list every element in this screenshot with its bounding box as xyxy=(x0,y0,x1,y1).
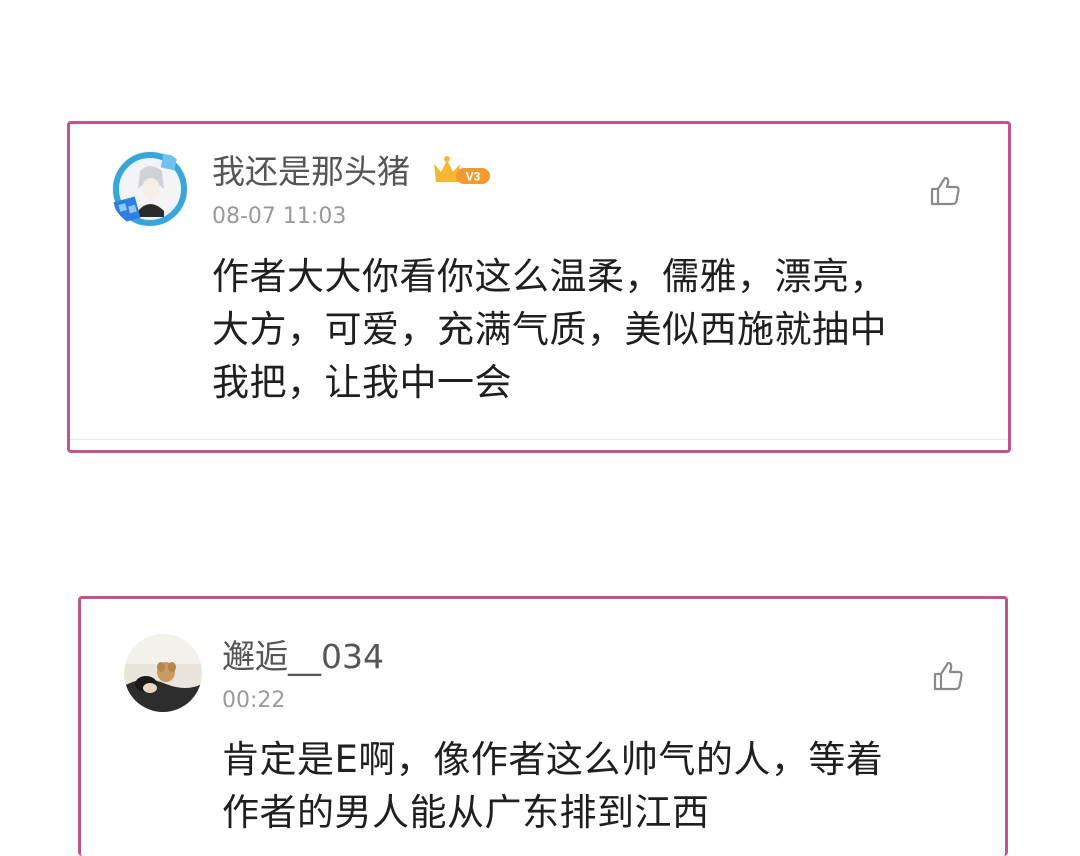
thumbs-up-icon xyxy=(930,176,960,206)
comment-text: 肯定是E啊，像作者这么帅气的人，等着 作者的男人能从广东排到江西 xyxy=(222,733,982,839)
comment-text-line: 我把，让我中一会 xyxy=(212,361,512,404)
thumbs-up-icon xyxy=(933,661,963,691)
vip-level-label: V3 xyxy=(466,170,481,184)
comment-card: 我还是那头猪 V3 08-07 11:03 作者大大你看你这么温柔，儒雅，漂亮，… xyxy=(67,121,1011,453)
crown-icon: V3 xyxy=(434,156,490,184)
photo-avatar-icon xyxy=(124,634,202,712)
like-button[interactable] xyxy=(928,174,962,208)
comment-text-line: 作者的男人能从广东排到江西 xyxy=(222,791,710,834)
like-button[interactable] xyxy=(931,659,965,693)
comment-text-line: 作者大大你看你这么温柔，儒雅，漂亮， xyxy=(212,255,887,298)
anime-character-avatar-icon xyxy=(112,151,188,227)
avatar[interactable] xyxy=(124,634,202,712)
username[interactable]: 邂逅__034 xyxy=(222,637,384,677)
avatar[interactable] xyxy=(110,149,190,229)
divider xyxy=(70,439,1008,440)
comment-text-line: 肯定是E啊，像作者这么帅气的人，等着 xyxy=(222,738,884,781)
comment-text: 作者大大你看你这么温柔，儒雅，漂亮， 大方，可爱，充满气质，美似西施就抽中 我把… xyxy=(212,250,972,409)
vip-level-badge: V3 xyxy=(432,154,492,190)
comment-timestamp: 08-07 11:03 xyxy=(212,204,347,229)
comment-text-line: 大方，可爱，充满气质，美似西施就抽中 xyxy=(212,308,887,351)
comment-timestamp: 00:22 xyxy=(222,688,286,713)
username[interactable]: 我还是那头猪 xyxy=(212,152,410,192)
comment-card: 邂逅__034 00:22 肯定是E啊，像作者这么帅气的人，等着 作者的男人能从… xyxy=(78,596,1008,856)
